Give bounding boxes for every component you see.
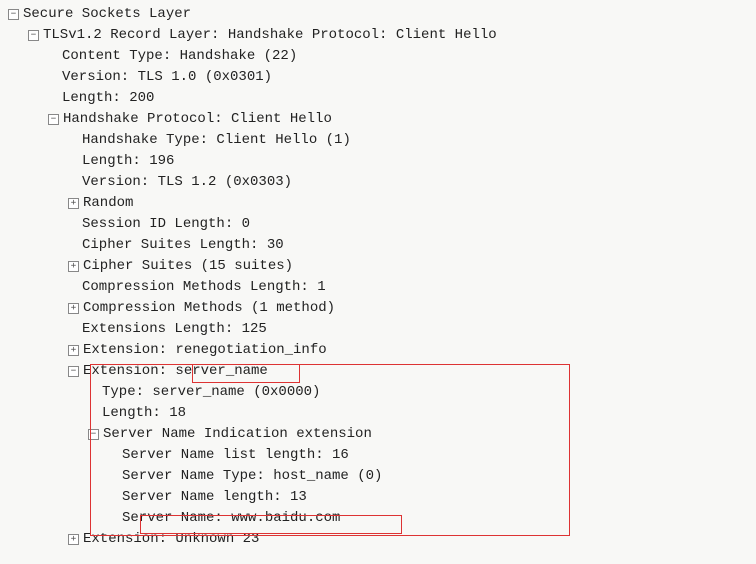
tree-row-sni-length[interactable]: Length: 18	[0, 403, 756, 424]
label: Extension: renegotiation_info	[83, 340, 327, 361]
label: Cipher Suites Length: 30	[82, 235, 284, 256]
label: Server Name Type: host_name (0)	[122, 466, 382, 487]
expand-icon[interactable]: +	[68, 303, 79, 314]
expand-icon[interactable]: +	[68, 534, 79, 545]
tree-row-cipher-suites[interactable]: + Cipher Suites (15 suites)	[0, 256, 756, 277]
tree-row-session-id-len[interactable]: Session ID Length: 0	[0, 214, 756, 235]
label: Server Name Indication extension	[103, 424, 372, 445]
expand-icon[interactable]: +	[68, 345, 79, 356]
label: Session ID Length: 0	[82, 214, 250, 235]
label: Random	[83, 193, 133, 214]
label: Version: TLS 1.2 (0x0303)	[82, 172, 292, 193]
tree-row-handshake-type[interactable]: Handshake Type: Client Hello (1)	[0, 130, 756, 151]
label: Server Name list length: 16	[122, 445, 349, 466]
collapse-icon[interactable]: −	[8, 9, 19, 20]
tree-row-handshake-length[interactable]: Length: 196	[0, 151, 756, 172]
tree-row-ext-reneg[interactable]: + Extension: renegotiation_info	[0, 340, 756, 361]
tree-row-sni-name-value[interactable]: Server Name: www.baidu.com	[0, 508, 756, 529]
tree-row-comp-methods[interactable]: + Compression Methods (1 method)	[0, 298, 756, 319]
tree-row-random[interactable]: + Random	[0, 193, 756, 214]
tree-row-ssl[interactable]: − Secure Sockets Layer	[0, 4, 756, 25]
label-prefix: Extension:	[83, 361, 175, 382]
tree-row-record-version[interactable]: Version: TLS 1.0 (0x0301)	[0, 67, 756, 88]
tree-row-sni-type[interactable]: Type: server_name (0x0000)	[0, 382, 756, 403]
expand-icon[interactable]: +	[68, 198, 79, 209]
label: Length: 200	[62, 88, 154, 109]
label: Server Name: www.baidu.com	[122, 508, 340, 529]
tree-row-sni-name-len[interactable]: Server Name length: 13	[0, 487, 756, 508]
label: TLSv1.2 Record Layer: Handshake Protocol…	[43, 25, 497, 46]
tree-row-ext-len[interactable]: Extensions Length: 125	[0, 319, 756, 340]
label: Cipher Suites (15 suites)	[83, 256, 293, 277]
tree-row-sni-ext[interactable]: − Server Name Indication extension	[0, 424, 756, 445]
tree-row-handshake-version[interactable]: Version: TLS 1.2 (0x0303)	[0, 172, 756, 193]
label: Server Name length: 13	[122, 487, 307, 508]
label: Extension: Unknown 23	[83, 529, 259, 550]
label: Handshake Protocol: Client Hello	[63, 109, 332, 130]
label: Compression Methods Length: 1	[82, 277, 326, 298]
collapse-icon[interactable]: −	[28, 30, 39, 41]
label: Content Type: Handshake (22)	[62, 46, 297, 67]
collapse-icon[interactable]: −	[48, 114, 59, 125]
label: Length: 18	[102, 403, 186, 424]
tree-row-comp-len[interactable]: Compression Methods Length: 1	[0, 277, 756, 298]
label: Extensions Length: 125	[82, 319, 267, 340]
tree-row-sni-name-type[interactable]: Server Name Type: host_name (0)	[0, 466, 756, 487]
label: Secure Sockets Layer	[23, 4, 191, 25]
expand-icon[interactable]: +	[68, 261, 79, 272]
label: Handshake Type: Client Hello (1)	[82, 130, 351, 151]
tree-row-record[interactable]: − TLSv1.2 Record Layer: Handshake Protoc…	[0, 25, 756, 46]
label: Version: TLS 1.0 (0x0301)	[62, 67, 272, 88]
collapse-icon[interactable]: −	[88, 429, 99, 440]
label: Length: 196	[82, 151, 174, 172]
tree-row-cipher-len[interactable]: Cipher Suites Length: 30	[0, 235, 756, 256]
collapse-icon[interactable]: −	[68, 366, 79, 377]
tree-row-sni-list-len[interactable]: Server Name list length: 16	[0, 445, 756, 466]
tree-row-record-length[interactable]: Length: 200	[0, 88, 756, 109]
tree-row-ext-sni[interactable]: − Extension: server_name	[0, 361, 756, 382]
label: Type: server_name (0x0000)	[102, 382, 320, 403]
tree-row-handshake[interactable]: − Handshake Protocol: Client Hello	[0, 109, 756, 130]
tree-row-content-type[interactable]: Content Type: Handshake (22)	[0, 46, 756, 67]
label: Compression Methods (1 method)	[83, 298, 335, 319]
tree-row-ext-unknown[interactable]: + Extension: Unknown 23	[0, 529, 756, 550]
label-server-name: server_name	[175, 361, 267, 382]
